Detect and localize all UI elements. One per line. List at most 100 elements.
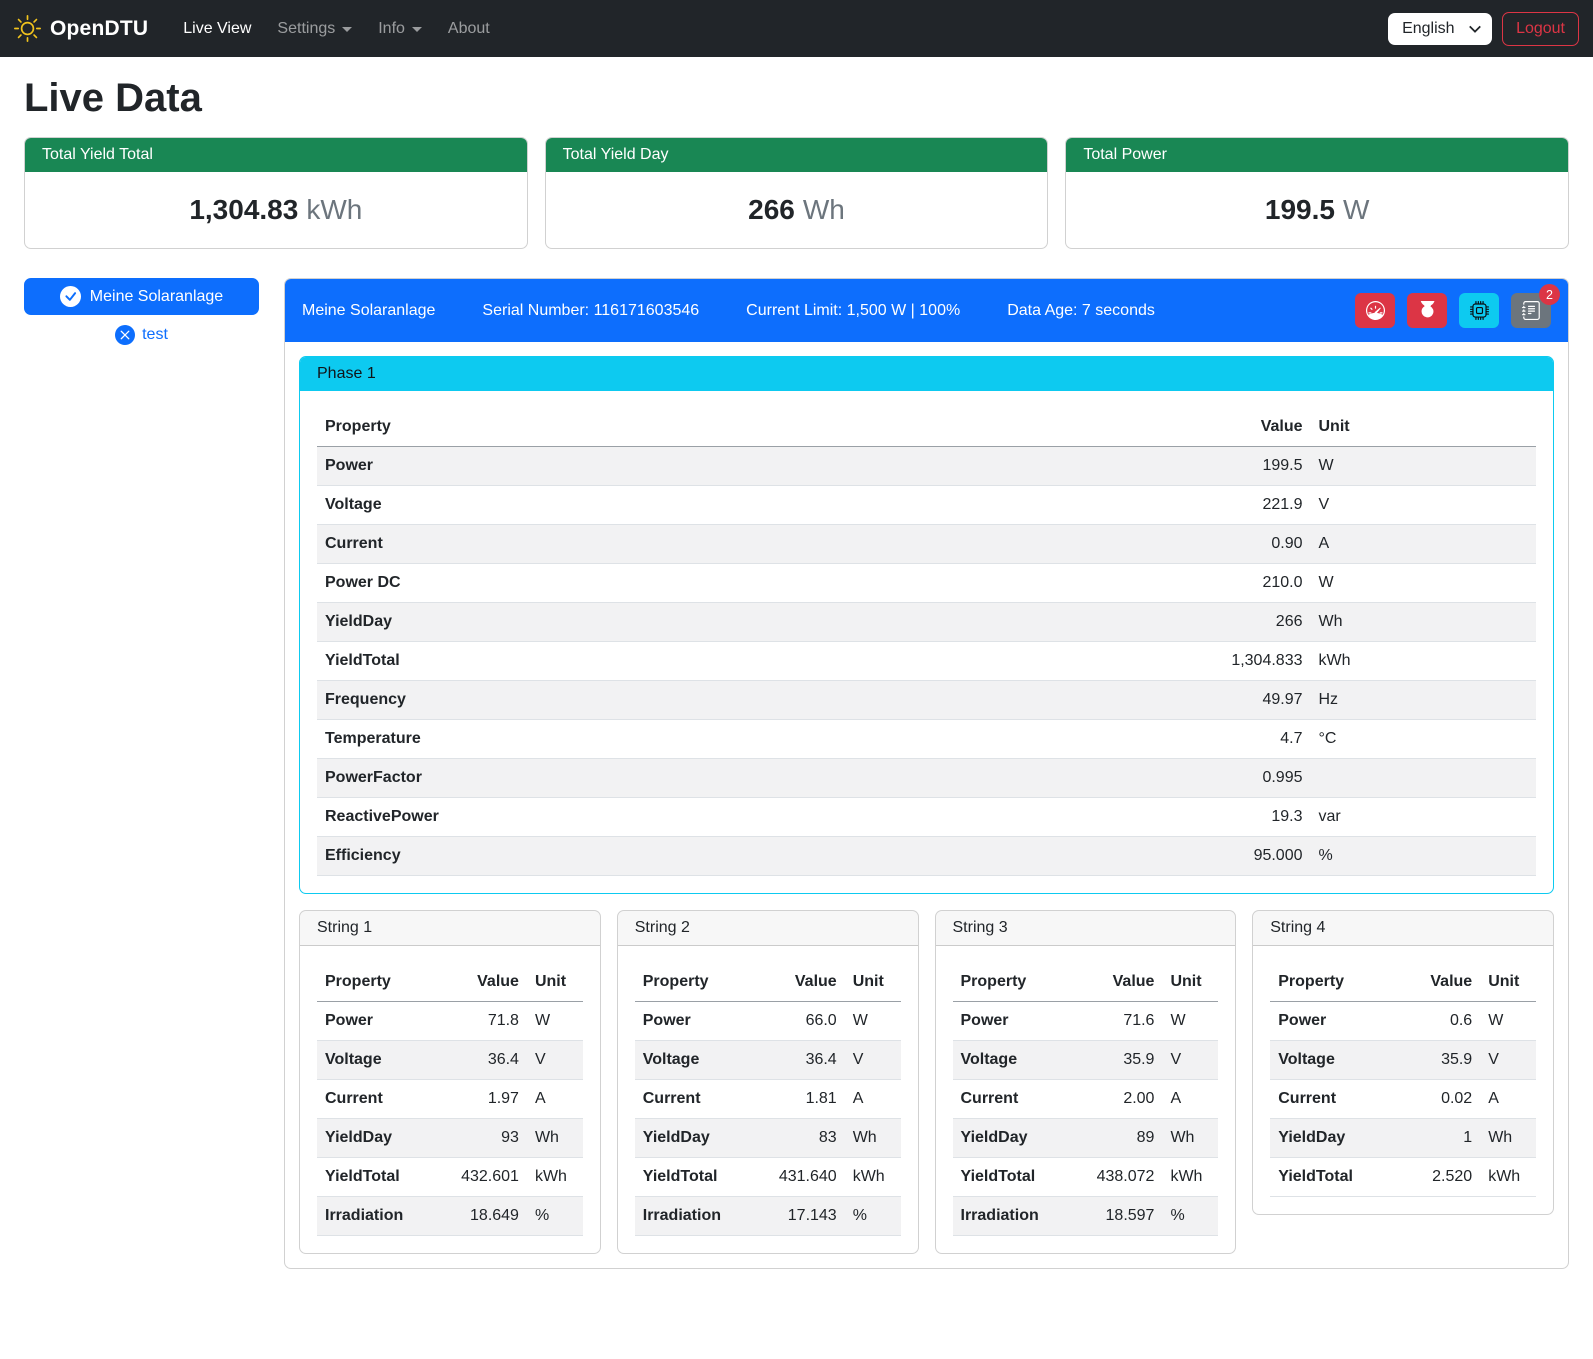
column-header: Value xyxy=(1400,963,1480,1002)
navbar-right: English Logout xyxy=(1388,12,1579,46)
total-power-card: Total Power 199.5W xyxy=(1065,137,1569,249)
total-yield-total-card: Total Yield Total 1,304.83kWh xyxy=(24,137,528,249)
property-cell: Voltage xyxy=(953,1041,1083,1080)
language-select[interactable]: English xyxy=(1388,13,1492,45)
property-cell: Voltage xyxy=(317,486,1140,525)
table-row: YieldTotal1,304.833kWh xyxy=(317,642,1536,681)
event-count-badge: 2 xyxy=(1539,284,1560,305)
value-cell: 438.072 xyxy=(1083,1158,1163,1197)
value-cell: 19.3 xyxy=(1140,798,1311,837)
property-cell: Power xyxy=(635,1002,765,1041)
card-title: Total Yield Total xyxy=(25,138,527,172)
property-cell: Efficiency xyxy=(317,837,1140,876)
x-circle-icon xyxy=(115,325,135,345)
inverter-sidebar: Meine Solaranlage test xyxy=(24,278,259,345)
value-cell: 17.143 xyxy=(765,1197,845,1236)
table-row: YieldTotal438.072kWh xyxy=(953,1158,1219,1197)
table-row: YieldTotal432.601kWh xyxy=(317,1158,583,1197)
total-yield-day-card: Total Yield Day 266Wh xyxy=(545,137,1049,249)
value-cell: 35.9 xyxy=(1400,1041,1480,1080)
app-brand[interactable]: OpenDTU xyxy=(14,15,148,42)
card-value: 1,304.83 xyxy=(189,194,298,225)
nav-item-settings[interactable]: Settings xyxy=(264,12,365,46)
chevron-down-icon xyxy=(342,27,352,32)
table-row: YieldTotal431.640kWh xyxy=(635,1158,901,1197)
value-cell: 49.97 xyxy=(1140,681,1311,720)
property-cell: YieldDay xyxy=(1270,1119,1400,1158)
string-panel: String 2PropertyValueUnitPower66.0WVolta… xyxy=(617,910,919,1254)
journal-icon xyxy=(1522,301,1541,320)
event-log-button[interactable]: 2 xyxy=(1511,293,1551,328)
value-cell: 93 xyxy=(447,1119,527,1158)
table-row: Irradiation18.649% xyxy=(317,1197,583,1236)
property-cell: Power xyxy=(317,1002,447,1041)
limit-settings-button[interactable] xyxy=(1355,293,1395,328)
value-cell: 0.6 xyxy=(1400,1002,1480,1041)
table-row: Current2.00A xyxy=(953,1080,1219,1119)
value-cell: 1.81 xyxy=(765,1080,845,1119)
unit-cell: % xyxy=(527,1197,583,1236)
value-cell: 0.02 xyxy=(1400,1080,1480,1119)
column-header: Value xyxy=(1140,408,1311,447)
inverter-actions: 2 xyxy=(1355,293,1551,328)
inverter-select-test[interactable]: test xyxy=(24,325,259,345)
card-unit: Wh xyxy=(803,194,845,225)
unit-cell: W xyxy=(845,1002,901,1041)
property-cell: Power xyxy=(1270,1002,1400,1041)
card-value: 199.5 xyxy=(1265,194,1335,225)
nav-item-info[interactable]: Info xyxy=(365,12,435,46)
table-row: Voltage36.4V xyxy=(635,1041,901,1080)
property-cell: Voltage xyxy=(317,1041,447,1080)
table-row: Power71.8W xyxy=(317,1002,583,1041)
power-settings-button[interactable] xyxy=(1407,293,1447,328)
unit-cell: Wh xyxy=(845,1119,901,1158)
data-table: PropertyValueUnitPower0.6WVoltage35.9VCu… xyxy=(1270,963,1536,1197)
device-info-button[interactable] xyxy=(1459,293,1499,328)
property-cell: Temperature xyxy=(317,720,1140,759)
nav-item-live-view[interactable]: Live View xyxy=(170,12,264,46)
value-cell: 1 xyxy=(1400,1119,1480,1158)
inverter-select-meine-solaranlage[interactable]: Meine Solaranlage xyxy=(24,278,259,315)
value-cell: 83 xyxy=(765,1119,845,1158)
column-header: Unit xyxy=(1311,408,1537,447)
value-cell: 266 xyxy=(1140,603,1311,642)
table-row: Efficiency95.000% xyxy=(317,837,1536,876)
nav-item-label: Settings xyxy=(277,20,335,38)
string-title: String 2 xyxy=(618,911,918,946)
column-header: Value xyxy=(765,963,845,1002)
speedometer-icon xyxy=(1366,301,1385,320)
column-header: Unit xyxy=(845,963,901,1002)
check-circle-icon xyxy=(60,286,81,307)
card-unit: W xyxy=(1343,194,1369,225)
value-cell: 0.995 xyxy=(1140,759,1311,798)
column-header: Unit xyxy=(1162,963,1218,1002)
inverter-panel-header: Meine Solaranlage Serial Number: 1161716… xyxy=(285,279,1568,342)
table-row: Voltage35.9V xyxy=(953,1041,1219,1080)
property-cell: PowerFactor xyxy=(317,759,1140,798)
data-table: PropertyValueUnitPower66.0WVoltage36.4VC… xyxy=(635,963,901,1236)
property-cell: Irradiation xyxy=(317,1197,447,1236)
unit-cell: kWh xyxy=(845,1158,901,1197)
unit-cell: V xyxy=(1162,1041,1218,1080)
unit-cell: W xyxy=(527,1002,583,1041)
string-table-container: PropertyValueUnitPower71.8WVoltage36.4VC… xyxy=(300,946,600,1236)
unit-cell xyxy=(1311,759,1537,798)
table-row: Voltage36.4V xyxy=(317,1041,583,1080)
string-title: String 4 xyxy=(1253,911,1553,946)
table-row: Irradiation17.143% xyxy=(635,1197,901,1236)
property-cell: YieldTotal xyxy=(317,642,1140,681)
unit-cell: W xyxy=(1311,564,1537,603)
unit-cell: kWh xyxy=(1311,642,1537,681)
value-cell: 431.640 xyxy=(765,1158,845,1197)
value-cell: 89 xyxy=(1083,1119,1163,1158)
unit-cell: V xyxy=(845,1041,901,1080)
chevron-down-icon xyxy=(412,27,422,32)
main-nav: Live View Settings Info About xyxy=(170,12,503,46)
serial-number-label: Serial Number: 116171603546 xyxy=(482,302,699,320)
nav-item-about[interactable]: About xyxy=(435,12,503,46)
logout-button[interactable]: Logout xyxy=(1502,12,1579,46)
unit-cell: V xyxy=(527,1041,583,1080)
unit-cell: Wh xyxy=(1311,603,1537,642)
value-cell: 210.0 xyxy=(1140,564,1311,603)
unit-cell: W xyxy=(1480,1002,1536,1041)
